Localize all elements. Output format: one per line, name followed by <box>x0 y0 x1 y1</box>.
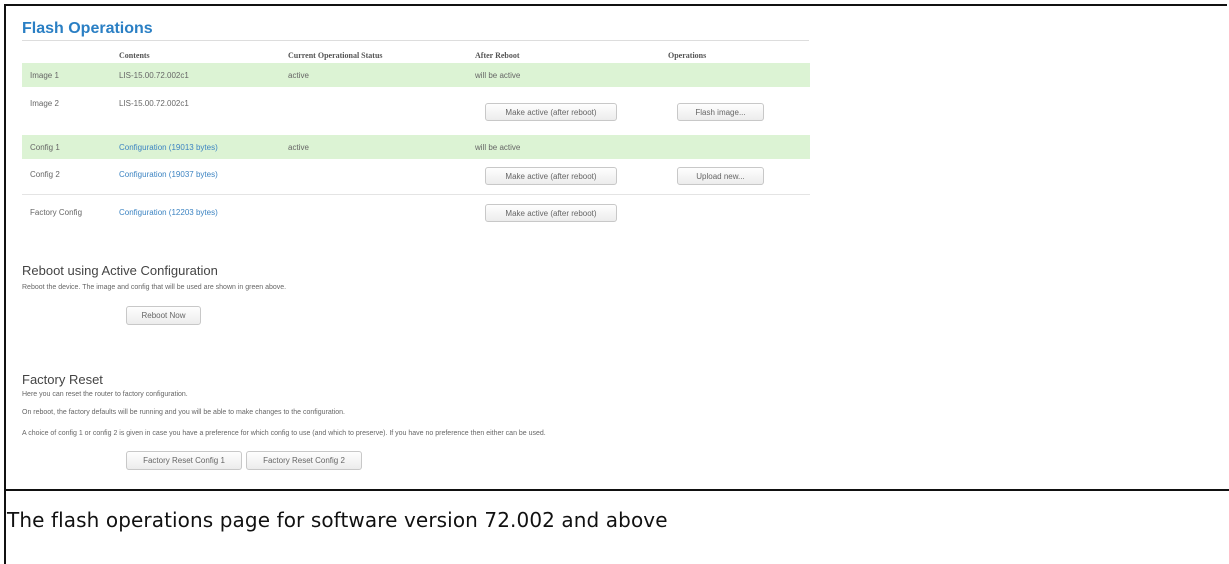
table-row-factory-config: Factory Config Configuration (12203 byte… <box>22 196 810 228</box>
row-after-reboot: will be active <box>475 143 521 152</box>
row-after-reboot: will be active <box>475 71 521 80</box>
make-active-factory-config-button[interactable]: Make active (after reboot) <box>485 204 617 222</box>
row-name: Image 2 <box>30 99 59 108</box>
row-name: Config 1 <box>30 143 60 152</box>
figure-caption: The flash operations page for software v… <box>7 508 668 532</box>
row-name: Image 1 <box>30 71 59 80</box>
column-header-after-reboot: After Reboot <box>475 51 520 60</box>
row-name: Factory Config <box>30 208 83 217</box>
screenshot-area: Flash Operations Contents Current Operat… <box>6 6 1229 491</box>
row-status: active <box>288 71 309 80</box>
table-row-image-1: Image 1 LIS-15.00.72.002c1 active will b… <box>22 63 810 87</box>
make-active-config-2-button[interactable]: Make active (after reboot) <box>485 167 617 185</box>
table-row-image-2: Image 2 LIS-15.00.72.002c1 Make active (… <box>22 89 810 127</box>
row-contents: LIS-15.00.72.002c1 <box>119 71 189 80</box>
row-contents-link[interactable]: Configuration (19013 bytes) <box>119 143 218 152</box>
row-contents-link[interactable]: Configuration (12203 bytes) <box>119 208 218 217</box>
factory-reset-line-3: A choice of config 1 or config 2 is give… <box>22 430 546 437</box>
page-title: Flash Operations <box>22 20 153 37</box>
title-divider <box>22 40 809 41</box>
factory-reset-line-1: Here you can reset the router to factory… <box>22 391 188 398</box>
row-name: Config 2 <box>30 170 60 179</box>
factory-reset-config-2-button[interactable]: Factory Reset Config 2 <box>246 451 362 470</box>
row-divider <box>22 194 810 195</box>
upload-new-button[interactable]: Upload new... <box>677 167 764 185</box>
row-contents-link[interactable]: Configuration (19037 bytes) <box>119 170 218 179</box>
factory-reset-config-1-button[interactable]: Factory Reset Config 1 <box>126 451 242 470</box>
factory-reset-line-2: On reboot, the factory defaults will be … <box>22 409 345 416</box>
row-contents: LIS-15.00.72.002c1 <box>119 99 189 108</box>
make-active-image-2-button[interactable]: Make active (after reboot) <box>485 103 617 121</box>
reboot-heading: Reboot using Active Configuration <box>22 263 218 278</box>
table-row-config-1: Config 1 Configuration (19013 bytes) act… <box>22 135 810 159</box>
column-header-contents: Contents <box>119 51 150 60</box>
row-status: active <box>288 143 309 152</box>
factory-reset-heading: Factory Reset <box>22 372 103 387</box>
column-header-operations: Operations <box>668 51 707 60</box>
column-header-status: Current Operational Status <box>288 51 383 60</box>
reboot-now-button[interactable]: Reboot Now <box>126 306 201 325</box>
flash-image-button[interactable]: Flash image... <box>677 103 764 121</box>
reboot-description: Reboot the device. The image and config … <box>22 284 287 291</box>
table-row-config-2: Config 2 Configuration (19037 bytes) Mak… <box>22 161 810 193</box>
